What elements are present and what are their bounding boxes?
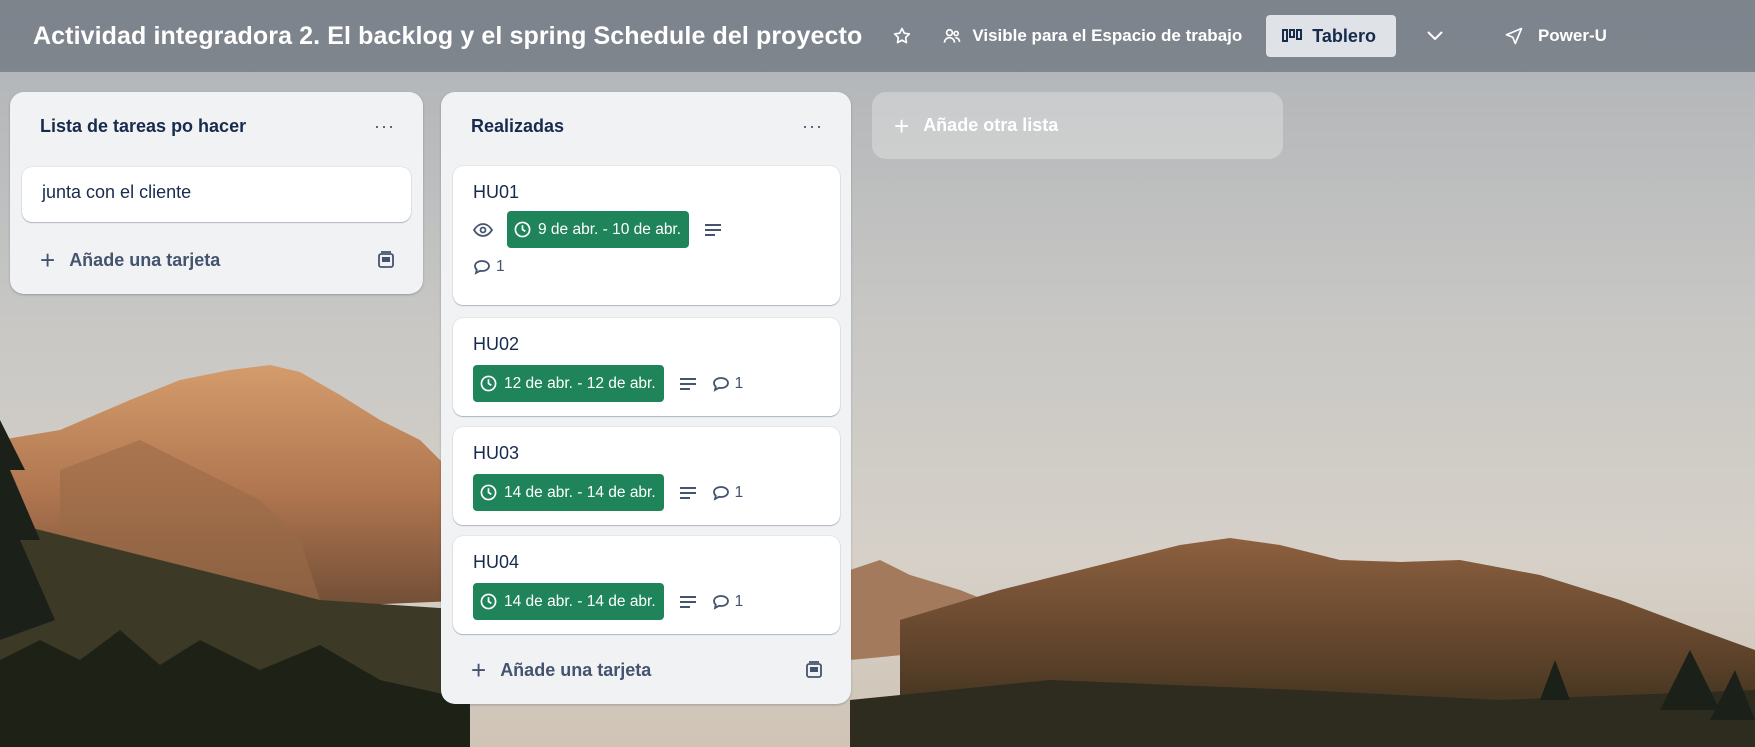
board-icon (1282, 28, 1303, 44)
board-title[interactable]: Actividad integradora 2. El backlog y el… (33, 22, 862, 51)
list-menu-button[interactable]: ··· (374, 116, 395, 137)
description-icon (679, 595, 696, 609)
visibility-button[interactable]: Visible para el Espacio de trabajo (942, 26, 1242, 46)
template-icon[interactable] (805, 661, 823, 679)
due-date-text: 14 de abr. - 14 de abr. (504, 483, 656, 501)
comment-count: 1 (734, 374, 744, 392)
board-view-button[interactable]: Tablero (1266, 15, 1396, 57)
add-list-label: Añade otra lista (923, 115, 1059, 135)
card-title: HU02 (473, 334, 520, 354)
comment-icon (712, 485, 729, 501)
board-header: Actividad integradora 2. El backlog y el… (0, 0, 1755, 72)
description-icon (679, 377, 696, 391)
comment-count: 1 (734, 483, 744, 501)
list-title[interactable]: Realizadas (471, 116, 564, 137)
card-badges: 14 de abr. - 14 de abr. 1 (473, 474, 820, 511)
list-title[interactable]: Lista de tareas po hacer (40, 116, 246, 137)
add-card-label: Añade una tarjeta (69, 249, 221, 270)
plus-icon: + (894, 110, 910, 141)
comment-badge: 1 (712, 374, 744, 393)
plus-icon: + (40, 245, 56, 275)
board-canvas: Actividad integradora 2. El backlog y el… (0, 0, 1755, 747)
card-item[interactable]: HU01 9 de abr. - 10 de abr. 1 (453, 166, 840, 305)
description-icon (705, 223, 722, 237)
template-icon[interactable] (377, 251, 395, 269)
due-date-text: 14 de abr. - 14 de abr. (504, 592, 656, 610)
card-title: HU03 (473, 443, 520, 463)
comment-badge: 1 (712, 592, 744, 611)
power-ups-label: Power-U (1537, 26, 1607, 45)
card-badges: 14 de abr. - 14 de abr. 1 (473, 583, 820, 620)
card-title: HU01 (473, 182, 520, 202)
list-done[interactable]: Realizadas ··· HU01 9 de abr. - 10 de ab… (441, 92, 851, 704)
card-title: HU04 (473, 552, 520, 572)
power-ups-button[interactable]: Power-U (1504, 26, 1607, 46)
comment-badge: 1 (473, 258, 505, 276)
list-header: Realizadas ··· (441, 92, 851, 160)
comment-count: 1 (496, 258, 505, 275)
add-card-row: + Añade una tarjeta (441, 644, 851, 696)
description-icon (679, 486, 696, 500)
add-card-button[interactable]: + Añade una tarjeta (471, 657, 651, 683)
due-date-text: 12 de abr. - 12 de abr. (504, 374, 656, 392)
card-badges: 12 de abr. - 12 de abr. 1 (473, 365, 820, 402)
view-switcher-button[interactable] (1418, 30, 1452, 42)
card-item[interactable]: HU02 12 de abr. - 12 de abr. 1 (453, 318, 840, 416)
add-card-button[interactable]: + Añade una tarjeta (40, 247, 220, 273)
card-title: junta con el cliente (42, 182, 192, 202)
comment-icon (474, 260, 490, 275)
card-badges: 9 de abr. - 10 de abr. (473, 211, 820, 248)
card-item[interactable]: junta con el cliente (22, 167, 411, 222)
clock-icon (514, 221, 531, 238)
comment-icon (712, 594, 729, 610)
visibility-icon (942, 26, 962, 46)
clock-icon (480, 375, 497, 392)
visibility-label: Visible para el Espacio de trabajo (972, 26, 1243, 45)
due-date-badge[interactable]: 12 de abr. - 12 de abr. (473, 365, 664, 402)
card-item[interactable]: HU04 14 de abr. - 14 de abr. 1 (453, 536, 840, 634)
add-card-row: + Añade una tarjeta (10, 234, 423, 286)
board-view-label: Tablero (1312, 25, 1376, 46)
clock-icon (480, 484, 497, 501)
card-item[interactable]: HU03 14 de abr. - 14 de abr. 1 (453, 427, 840, 525)
eye-icon (473, 222, 493, 237)
due-date-text: 9 de abr. - 10 de abr. (538, 220, 682, 238)
plus-icon: + (471, 655, 487, 685)
clock-icon (480, 593, 497, 610)
power-ups-icon (1504, 26, 1524, 46)
due-date-badge[interactable]: 14 de abr. - 14 de abr. (473, 583, 664, 620)
chevron-down-icon (1427, 31, 1443, 41)
add-card-label: Añade una tarjeta (500, 659, 652, 680)
comment-badge: 1 (712, 483, 744, 502)
card-badges-row2: 1 (473, 258, 820, 276)
due-date-badge[interactable]: 14 de abr. - 14 de abr. (473, 474, 664, 511)
list-menu-button[interactable]: ··· (802, 116, 823, 137)
comment-count: 1 (734, 592, 744, 610)
add-list-button[interactable]: + Añade otra lista (872, 92, 1283, 159)
list-todo[interactable]: Lista de tareas po hacer ··· junta con e… (10, 92, 423, 294)
list-header: Lista de tareas po hacer ··· (10, 92, 423, 160)
star-icon[interactable] (892, 26, 912, 46)
due-date-badge[interactable]: 9 de abr. - 10 de abr. (507, 211, 690, 248)
comment-icon (712, 376, 729, 392)
